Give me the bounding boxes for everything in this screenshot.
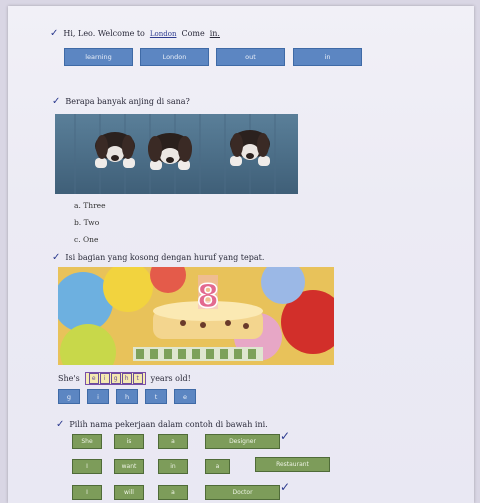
word-will[interactable]: will bbox=[114, 485, 144, 500]
question-2: ✓ Berapa banyak anjing di sana? bbox=[52, 96, 190, 107]
dogs-image bbox=[55, 114, 298, 194]
option-in[interactable]: in bbox=[293, 48, 362, 66]
check-mark-icon: ✓ bbox=[52, 252, 61, 263]
letter-boxes[interactable]: e i g h t bbox=[84, 372, 146, 385]
sentence-start: She's bbox=[58, 374, 80, 383]
question-4: ✓ Pilih nama pekerjaan dalam contoh di b… bbox=[56, 419, 268, 430]
word-want[interactable]: want bbox=[114, 459, 144, 474]
answer-option-one[interactable]: c. One bbox=[74, 235, 98, 244]
option-learning[interactable]: learning bbox=[64, 48, 133, 66]
check-mark-icon: ✓ bbox=[52, 96, 61, 107]
blank-2[interactable]: in. bbox=[210, 29, 220, 38]
birthday-cake-image: 8 bbox=[58, 267, 334, 365]
letter-button-t[interactable]: t bbox=[145, 389, 167, 404]
word-is[interactable]: is bbox=[114, 434, 144, 449]
question-3: ✓ Isi bagian yang kosong dengan huruf ya… bbox=[52, 252, 264, 263]
letter-button-e[interactable]: e bbox=[174, 389, 196, 404]
word-a[interactable]: a bbox=[158, 485, 188, 500]
letter-box[interactable]: g bbox=[110, 373, 121, 384]
letter-button-i[interactable]: i bbox=[87, 389, 109, 404]
question-4-text: Pilih nama pekerjaan dalam contoh di baw… bbox=[69, 420, 268, 429]
question-2-text: Berapa banyak anjing di sana? bbox=[65, 97, 190, 106]
blank-1[interactable]: London bbox=[150, 30, 177, 38]
check-mark-icon: ✓ bbox=[56, 419, 65, 430]
letter-box[interactable]: h bbox=[121, 373, 132, 384]
letter-box[interactable]: i bbox=[99, 373, 110, 384]
option-london[interactable]: London bbox=[140, 48, 209, 66]
question-1-text-a: Hi, Leo. Welcome to bbox=[63, 29, 145, 38]
word-designer[interactable]: Designer bbox=[205, 434, 280, 449]
answer-option-two[interactable]: b. Two bbox=[74, 218, 99, 227]
question-1: ✓ Hi, Leo. Welcome to London Come in. bbox=[50, 28, 220, 39]
word-restaurant[interactable]: Restaurant bbox=[255, 457, 330, 472]
question-1-text-b: Come bbox=[181, 29, 205, 38]
sentence-end: years old! bbox=[150, 374, 191, 383]
sentence-3: She's e i g h t years old! bbox=[58, 372, 191, 385]
tick-mark-icon: ✓ bbox=[280, 429, 291, 443]
cake-number-candle: 8 bbox=[197, 277, 219, 315]
word-i[interactable]: I bbox=[72, 459, 102, 474]
letter-box[interactable]: e bbox=[88, 373, 99, 384]
word-in[interactable]: in bbox=[158, 459, 188, 474]
question-3-text: Isi bagian yang kosong dengan huruf yang… bbox=[65, 253, 265, 262]
check-mark-icon: ✓ bbox=[50, 28, 59, 39]
letter-button-h[interactable]: h bbox=[116, 389, 138, 404]
tick-mark-icon: ✓ bbox=[280, 480, 291, 494]
word-a[interactable]: a bbox=[158, 434, 188, 449]
answer-option-three[interactable]: a. Three bbox=[74, 201, 106, 210]
letter-box[interactable]: t bbox=[132, 373, 143, 384]
letter-button-g[interactable]: g bbox=[58, 389, 80, 404]
word-a[interactable]: a bbox=[205, 459, 230, 474]
word-doctor[interactable]: Doctor bbox=[205, 485, 280, 500]
word-i[interactable]: I bbox=[72, 485, 102, 500]
word-she[interactable]: She bbox=[72, 434, 102, 449]
option-out[interactable]: out bbox=[216, 48, 285, 66]
